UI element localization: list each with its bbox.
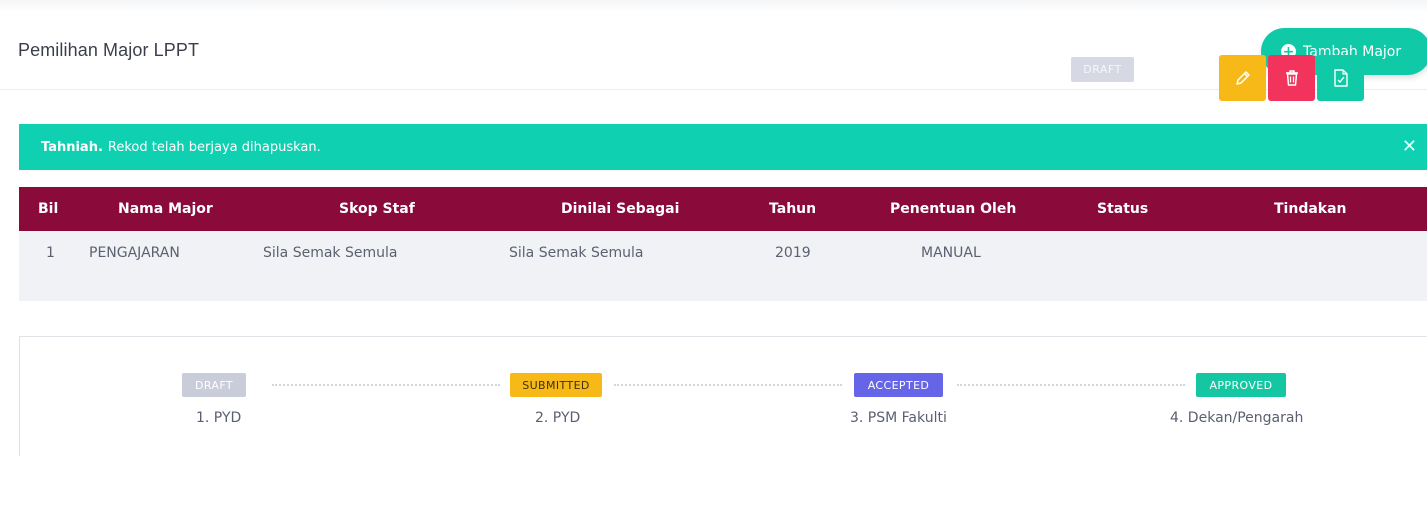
workflow-step-label: 4. Dekan/Pengarah [1170,410,1304,426]
document-button[interactable] [1317,55,1364,101]
column-header-dinilai-sebagai: Dinilai Sebagai [561,201,680,217]
column-header-bil: Bil [38,201,59,217]
edit-icon [1235,71,1250,85]
alert-strong-text: Tahniah. [41,139,103,155]
delete-button[interactable] [1268,55,1315,101]
cell-penentuan-oleh: MANUAL [921,245,981,261]
table-row: 1 PENGAJARAN Sila Semak Semula Sila Sema… [19,231,1427,301]
delete-icon [1285,70,1298,86]
success-alert: Tahniah. Rekod telah berjaya dihapuskan.… [19,124,1427,170]
close-icon[interactable]: ✕ [1402,136,1417,157]
alert-message: Rekod telah berjaya dihapuskan. [107,139,321,155]
table-header: Bil Nama Major Skop Staf Dinilai Sebagai… [19,187,1427,231]
major-table: Bil Nama Major Skop Staf Dinilai Sebagai… [19,187,1427,301]
workflow-badge-submitted: SUBMITTED [510,373,602,397]
top-bar-shadow [0,0,1427,12]
column-header-status: Status [1097,201,1149,217]
workflow-card: DRAFT SUBMITTED ACCEPTED APPROVED 1. PYD… [19,336,1427,456]
workflow-badge-accepted: ACCEPTED [854,373,943,397]
workflow-connector [272,384,500,386]
page-title: Pemilihan Major LPPT [18,40,200,60]
cell-nama-major: PENGAJARAN [89,245,180,261]
document-icon [1333,69,1348,87]
column-header-tahun: Tahun [769,201,817,217]
workflow-badge-approved: APPROVED [1196,373,1286,397]
cell-skop-staf: Sila Semak Semula [263,245,398,261]
cell-tahun: 2019 [775,245,811,261]
column-header-tindakan: Tindakan [1274,201,1347,217]
workflow-step-label: 1. PYD [196,410,242,426]
workflow-connector [614,384,842,386]
workflow-connector [957,384,1185,386]
header-divider [0,89,1427,90]
column-header-nama-major: Nama Major [118,201,213,217]
column-header-penentuan-oleh: Penentuan Oleh [890,201,1017,217]
cell-dinilai-sebagai: Sila Semak Semula [509,245,644,261]
cell-bil: 1 [46,245,55,261]
workflow-step-label: 3. PSM Fakulti [850,410,947,426]
workflow-step-label: 2. PYD [535,410,581,426]
workflow-badge-draft: DRAFT [182,373,246,397]
column-header-skop-staf: Skop Staf [339,201,415,217]
edit-button[interactable] [1219,55,1266,101]
status-badge: DRAFT [1071,57,1134,82]
